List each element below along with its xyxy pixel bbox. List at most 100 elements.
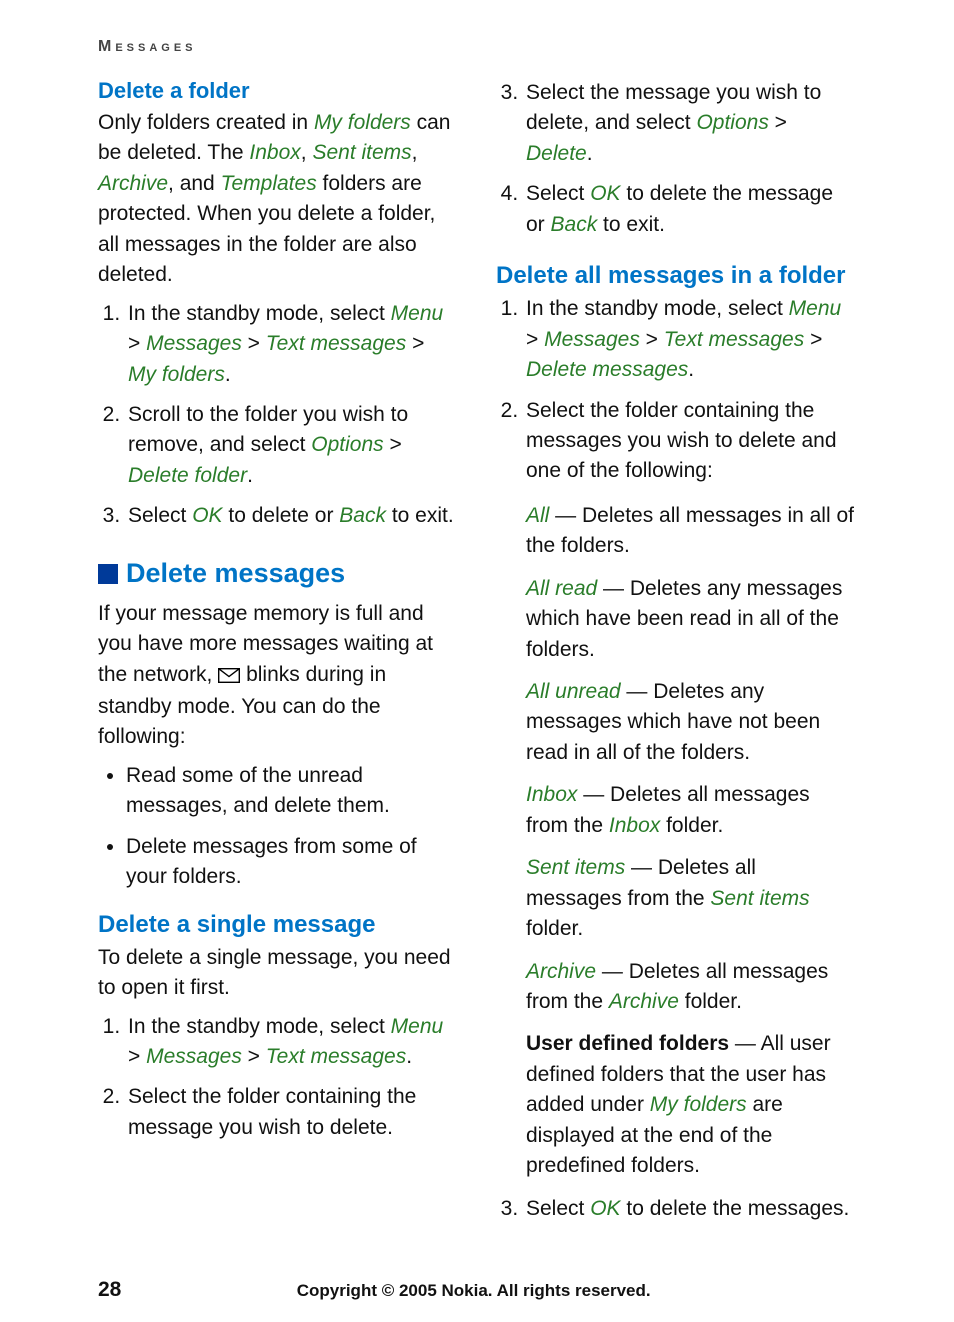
delete-folder-steps: In the standby mode, select Menu > Messa… (98, 299, 458, 532)
term-my-folders: My folders (650, 1093, 747, 1116)
term-menu: Menu (789, 297, 842, 320)
delete-single-intro: To delete a single message, you need to … (98, 943, 458, 1004)
text: In the standby mode, select (128, 302, 391, 325)
text: . (247, 464, 253, 487)
term-ok: OK (590, 182, 620, 205)
option-all-unread: All unread — Deletes any messages which … (526, 677, 856, 768)
square-bullet-icon (98, 564, 118, 584)
delete-all-steps: In the standby mode, select Menu > Messa… (496, 294, 856, 1224)
term-text-messages: Text messages (266, 1045, 406, 1068)
term-delete-messages: Delete messages (526, 358, 688, 381)
term-delete-folder: Delete folder (128, 464, 247, 487)
delete-folder-intro: Only folders created in My folders can b… (98, 108, 458, 291)
list-item: Read some of the unread messages, and de… (126, 761, 458, 822)
text: > (526, 328, 544, 351)
page-number: 28 (98, 1278, 121, 1302)
text: folder. (679, 990, 742, 1013)
text: to exit. (597, 213, 665, 236)
list-item: In the standby mode, select Menu > Messa… (126, 299, 458, 390)
text: . (225, 363, 231, 386)
term-delete: Delete (526, 142, 587, 165)
right-column: Select the message you wish to delete, a… (496, 70, 856, 1258)
list-item: Select OK to delete the messages. (524, 1194, 856, 1224)
list-item: Scroll to the folder you wish to remove,… (126, 400, 458, 491)
delete-single-steps: In the standby mode, select Menu > Messa… (98, 1012, 458, 1144)
option-sent-items: Sent items — Deletes all messages from t… (526, 853, 856, 944)
term-user-defined: User defined folders (526, 1032, 729, 1055)
text: , (412, 141, 418, 164)
content-columns: Delete a folder Only folders created in … (98, 70, 856, 1258)
text: . (406, 1045, 412, 1068)
term-back: Back (551, 213, 598, 236)
text: > (242, 332, 266, 355)
list-item: In the standby mode, select Menu > Messa… (524, 294, 856, 385)
text: > (640, 328, 664, 351)
term-all: All (526, 504, 549, 527)
heading-delete-single: Delete a single message (98, 911, 458, 939)
running-header: Messages (98, 38, 856, 56)
term-text-messages: Text messages (266, 332, 406, 355)
term-text-messages: Text messages (664, 328, 804, 351)
option-archive: Archive — Deletes all messages from the … (526, 957, 856, 1018)
term-back: Back (339, 504, 386, 527)
term-all-unread: All unread (526, 680, 621, 703)
term-inbox: Inbox (526, 783, 577, 806)
heading-delete-messages: Delete messages (98, 558, 458, 589)
term-menu: Menu (391, 302, 444, 325)
list-item: Select the folder containing the message… (126, 1082, 458, 1143)
option-user-defined: User defined folders — All user defined … (526, 1029, 856, 1181)
text: — Deletes all messages in all of the fol… (526, 504, 854, 557)
copyright-text: Copyright © 2005 Nokia. All rights reser… (121, 1281, 826, 1301)
heading-delete-folder: Delete a folder (98, 78, 458, 104)
list-item: Select OK to delete or Back to exit. (126, 501, 458, 531)
text: folder. (660, 814, 723, 837)
term-sent-items: Sent items (710, 887, 809, 910)
delete-messages-bullets: Read some of the unread messages, and de… (98, 761, 458, 893)
text: In the standby mode, select (526, 297, 789, 320)
text: , (301, 141, 313, 164)
envelope-icon (218, 662, 240, 692)
text: In the standby mode, select (128, 1015, 391, 1038)
left-column: Delete a folder Only folders created in … (98, 70, 458, 1258)
term-archive: Archive (609, 990, 679, 1013)
delete-single-steps-cont: Select the message you wish to delete, a… (496, 78, 856, 240)
text: > (242, 1045, 266, 1068)
text: Only folders created in (98, 111, 314, 134)
term-templates: Templates (221, 172, 317, 195)
term-messages: Messages (146, 332, 242, 355)
text: folder. (526, 917, 583, 940)
term-archive: Archive (526, 960, 596, 983)
term-sent-items: Sent items (526, 856, 625, 879)
option-all: All — Deletes all messages in all of the… (526, 501, 856, 562)
list-item: Select OK to delete the message or Back … (524, 179, 856, 240)
term-messages: Messages (146, 1045, 242, 1068)
text: > (406, 332, 424, 355)
text: > (128, 1045, 146, 1068)
list-item: In the standby mode, select Menu > Messa… (126, 1012, 458, 1073)
term-menu: Menu (391, 1015, 444, 1038)
term-messages: Messages (544, 328, 640, 351)
term-my-folders: My folders (128, 363, 225, 386)
list-item: Select the folder containing the message… (524, 396, 856, 1182)
term-options: Options (696, 111, 768, 134)
term-all-read: All read (526, 577, 597, 600)
option-all-read: All read — Deletes any messages which ha… (526, 574, 856, 665)
text: Select the folder containing the message… (526, 399, 837, 483)
term-inbox: Inbox (249, 141, 300, 164)
text: Select (526, 1197, 590, 1220)
term-options: Options (311, 433, 383, 456)
text: . (688, 358, 694, 381)
term-archive: Archive (98, 172, 168, 195)
term-my-folders: My folders (314, 111, 411, 134)
text: > (128, 332, 146, 355)
option-inbox: Inbox — Deletes all messages from the In… (526, 780, 856, 841)
heading-text: Delete messages (126, 558, 345, 589)
text: to exit. (386, 504, 454, 527)
text: > (769, 111, 787, 134)
text: Select (128, 504, 192, 527)
text: > (804, 328, 822, 351)
list-item: Delete messages from some of your folder… (126, 832, 458, 893)
text: to delete or (223, 504, 340, 527)
text: to delete the messages. (621, 1197, 850, 1220)
term-ok: OK (192, 504, 222, 527)
